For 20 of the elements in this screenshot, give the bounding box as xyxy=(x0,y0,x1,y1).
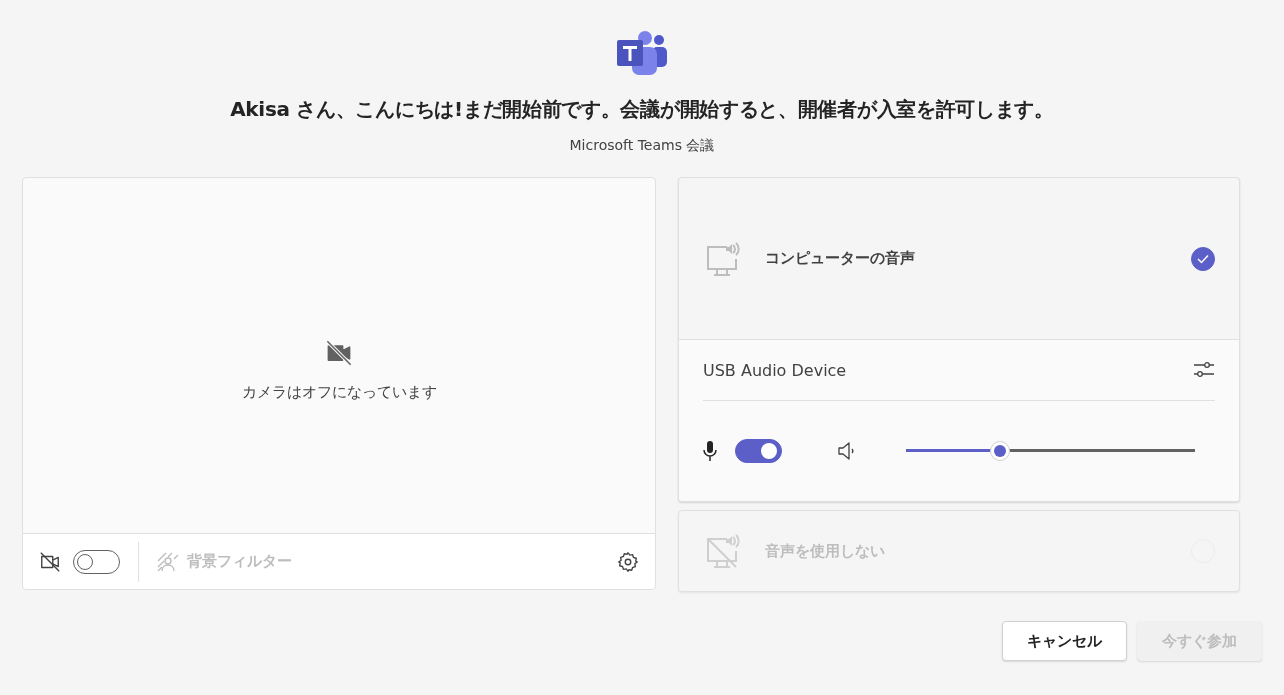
audio-option-label: 音声を使用しない xyxy=(765,541,886,561)
audio-option-label: コンピューターの音声 xyxy=(765,249,916,268)
monitor-speaker-icon xyxy=(705,240,741,277)
meeting-subtitle: Microsoft Teams 会議 xyxy=(569,137,715,155)
welcome-heading: Akisa さん、こんにちは!まだ開始前です。会議が開始すると、開催者が入室を許可します。 xyxy=(230,96,1054,123)
microphone-toggle[interactable] xyxy=(735,439,782,463)
person-blur-icon xyxy=(157,551,179,572)
camera-toggle[interactable] xyxy=(73,549,120,574)
monitor-speaker-off-icon xyxy=(705,533,741,569)
microphone-icon xyxy=(703,440,717,462)
radio-indicator[interactable] xyxy=(1191,246,1215,271)
cancel-button[interactable]: キャンセル xyxy=(1002,621,1127,661)
speaker-icon xyxy=(838,441,856,461)
teams-logo xyxy=(615,28,669,76)
camera-status: カメラはオフになっています xyxy=(241,383,437,402)
audio-device-name: USB Audio Device xyxy=(703,360,847,380)
camera-off-icon xyxy=(39,550,61,573)
settings-icon[interactable] xyxy=(617,550,639,573)
audio-option-card[interactable]: コンピューターの音声 USB Audio Device xyxy=(678,177,1240,502)
camera-off-icon xyxy=(325,339,353,367)
